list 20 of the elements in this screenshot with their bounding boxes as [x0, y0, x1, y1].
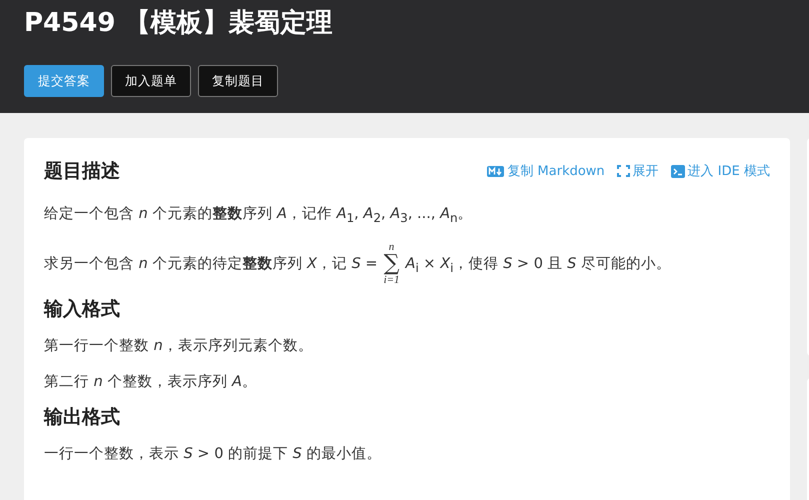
toolbar-link[interactable]: 进入 IDE 模式: [670, 162, 770, 180]
paragraph: 第一行一个整数 n，表示序列元素个数。: [44, 336, 314, 356]
section-heading: 输入格式: [44, 296, 121, 322]
markdown-icon: [487, 166, 504, 176]
paragraph: A$_{i}$ × X$_{i}$，使得 S > 0 且 S 尽可能的小。: [406, 256, 671, 272]
summation-formula: n ∑ i=1: [384, 242, 400, 286]
paragraph: 给定一个包含 n 个元素的整数序列 A，记作 A$_{1}$, A$_{2}$, A$_{3}$, ..., A$_{n}$。: [44, 204, 474, 227]
toolbar-link[interactable]: 展开: [616, 162, 659, 180]
paragraph: 求另一个包含 n 个元素的待定整数序列 X，记 S =: [44, 256, 378, 272]
expand-icon: [616, 165, 630, 177]
submit-button[interactable]: 提交答案: [24, 65, 104, 97]
section-heading: 输出格式: [44, 404, 121, 430]
action-button[interactable]: 复制题目: [198, 65, 278, 97]
section-heading: 题目描述: [44, 159, 120, 184]
terminal-icon: [670, 164, 685, 178]
toolbar-link[interactable]: 复制 Markdown: [487, 162, 605, 180]
problem-title: P4549 【模板】裴蜀定理: [24, 7, 334, 40]
paragraph: 一行一个整数，表示 S > 0 的前提下 S 的最小值。: [44, 444, 382, 464]
paragraph: 第二行 n 个整数，表示序列 A。: [44, 372, 258, 392]
action-button[interactable]: 加入题单: [111, 65, 191, 97]
